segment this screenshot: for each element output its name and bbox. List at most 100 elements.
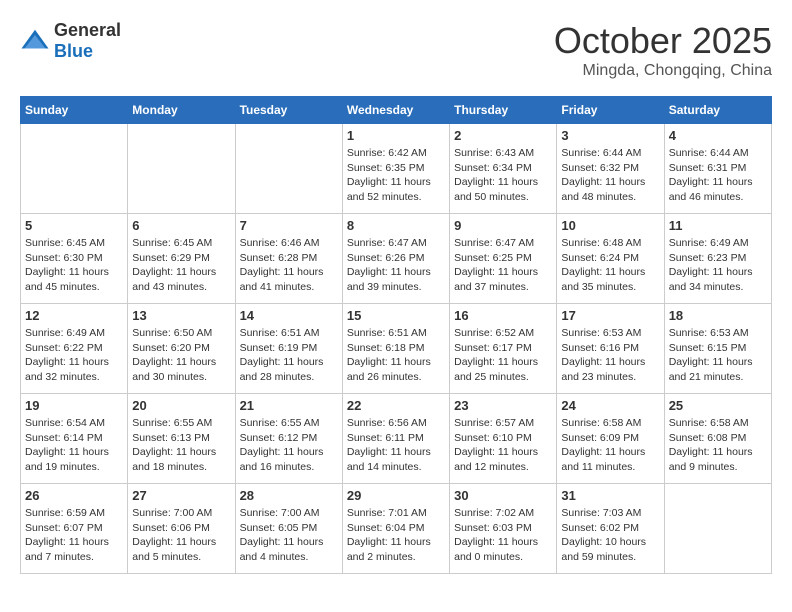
calendar-cell: 30 Sunrise: 7:02 AM Sunset: 6:03 PM Dayli…: [450, 484, 557, 574]
calendar-cell: 16Sunrise: 6:52 AM Sunset: 6:17 PM Dayli…: [450, 304, 557, 394]
day-info: Sunrise: 6:53 AM Sunset: 6:15 PM Dayligh…: [669, 326, 767, 385]
day-info: Sunrise: 6:45 AM Sunset: 6:29 PM Dayligh…: [132, 236, 230, 295]
header-wednesday: Wednesday: [342, 97, 449, 124]
calendar-cell: 20 Sunrise: 6:55 AM Sunset: 6:13 PM Dayli…: [128, 394, 235, 484]
day-info: Sunrise: 6:45 AM Sunset: 6:30 PM Dayligh…: [25, 236, 123, 295]
day-info: Sunrise: 6:47 AM Sunset: 6:26 PM Dayligh…: [347, 236, 445, 295]
day-info: Sunrise: 6:49 AM Sunset: 6:22 PM Dayligh…: [25, 326, 123, 385]
day-number: 20: [132, 398, 230, 413]
calendar-cell: 14Sunrise: 6:51 AM Sunset: 6:19 PM Dayli…: [235, 304, 342, 394]
header-thursday: Thursday: [450, 97, 557, 124]
day-info: Sunrise: 6:55 AM Sunset: 6:12 PM Dayligh…: [240, 416, 338, 475]
calendar-cell: 19 Sunrise: 6:54 AM Sunset: 6:14 PM Dayli…: [21, 394, 128, 484]
day-info: Sunrise: 7:03 AM Sunset: 6:02 PM Dayligh…: [561, 506, 659, 565]
day-number: 13: [132, 308, 230, 323]
calendar-cell: 24Sunrise: 6:58 AM Sunset: 6:09 PM Dayli…: [557, 394, 664, 484]
month-title: October 2025: [554, 20, 772, 62]
location-title: Mingda, Chongqing, China: [554, 62, 772, 80]
calendar-cell: 22Sunrise: 6:56 AM Sunset: 6:11 PM Dayli…: [342, 394, 449, 484]
calendar-cell: 29Sunrise: 7:01 AM Sunset: 6:04 PM Dayli…: [342, 484, 449, 574]
day-number: 4: [669, 128, 767, 143]
calendar-cell: 26Sunrise: 6:59 AM Sunset: 6:07 PM Dayli…: [21, 484, 128, 574]
day-number: 7: [240, 218, 338, 233]
calendar-cell: [21, 124, 128, 214]
calendar-cell: 7 Sunrise: 6:46 AM Sunset: 6:28 PM Daylig…: [235, 214, 342, 304]
day-info: Sunrise: 6:43 AM Sunset: 6:34 PM Dayligh…: [454, 146, 552, 205]
calendar-cell: 12 Sunrise: 6:49 AM Sunset: 6:22 PM Dayli…: [21, 304, 128, 394]
day-number: 18: [669, 308, 767, 323]
day-number: 10: [561, 218, 659, 233]
week-row-2: 5 Sunrise: 6:45 AM Sunset: 6:30 PM Daylig…: [21, 214, 772, 304]
day-number: 6: [132, 218, 230, 233]
day-number: 8: [347, 218, 445, 233]
day-number: 12: [25, 308, 123, 323]
week-row-3: 12 Sunrise: 6:49 AM Sunset: 6:22 PM Dayli…: [21, 304, 772, 394]
logo-icon: [20, 26, 50, 56]
calendar-cell: [128, 124, 235, 214]
day-number: 11: [669, 218, 767, 233]
day-number: 25: [669, 398, 767, 413]
calendar-cell: [235, 124, 342, 214]
calendar-cell: 4 Sunrise: 6:44 AM Sunset: 6:31 PM Daylig…: [664, 124, 771, 214]
day-number: 1: [347, 128, 445, 143]
day-info: Sunrise: 7:00 AM Sunset: 6:05 PM Dayligh…: [240, 506, 338, 565]
calendar-cell: 13 Sunrise: 6:50 AM Sunset: 6:20 PM Dayli…: [128, 304, 235, 394]
day-info: Sunrise: 6:59 AM Sunset: 6:07 PM Dayligh…: [25, 506, 123, 565]
week-row-1: 1 Sunrise: 6:42 AM Sunset: 6:35 PM Daylig…: [21, 124, 772, 214]
calendar-cell: 25 Sunrise: 6:58 AM Sunset: 6:08 PM Dayli…: [664, 394, 771, 484]
calendar-cell: 10 Sunrise: 6:48 AM Sunset: 6:24 PM Dayli…: [557, 214, 664, 304]
day-info: Sunrise: 6:57 AM Sunset: 6:10 PM Dayligh…: [454, 416, 552, 475]
day-number: 5: [25, 218, 123, 233]
day-number: 27: [132, 488, 230, 503]
calendar-cell: 1 Sunrise: 6:42 AM Sunset: 6:35 PM Daylig…: [342, 124, 449, 214]
day-info: Sunrise: 6:49 AM Sunset: 6:23 PM Dayligh…: [669, 236, 767, 295]
calendar-cell: 18 Sunrise: 6:53 AM Sunset: 6:15 PM Dayli…: [664, 304, 771, 394]
day-number: 9: [454, 218, 552, 233]
header-friday: Friday: [557, 97, 664, 124]
day-number: 16: [454, 308, 552, 323]
day-number: 29: [347, 488, 445, 503]
calendar-cell: 11 Sunrise: 6:49 AM Sunset: 6:23 PM Dayli…: [664, 214, 771, 304]
page-header: General Blue October 2025 Mingda, Chongq…: [20, 20, 772, 80]
week-row-5: 26Sunrise: 6:59 AM Sunset: 6:07 PM Dayli…: [21, 484, 772, 574]
day-number: 28: [240, 488, 338, 503]
day-number: 15: [347, 308, 445, 323]
calendar-cell: 9 Sunrise: 6:47 AM Sunset: 6:25 PM Daylig…: [450, 214, 557, 304]
logo-text-blue: Blue: [54, 41, 93, 61]
day-info: Sunrise: 6:47 AM Sunset: 6:25 PM Dayligh…: [454, 236, 552, 295]
day-info: Sunrise: 6:58 AM Sunset: 6:08 PM Dayligh…: [669, 416, 767, 475]
header-sunday: Sunday: [21, 97, 128, 124]
week-row-4: 19 Sunrise: 6:54 AM Sunset: 6:14 PM Dayli…: [21, 394, 772, 484]
calendar-cell: 21Sunrise: 6:55 AM Sunset: 6:12 PM Dayli…: [235, 394, 342, 484]
day-info: Sunrise: 6:54 AM Sunset: 6:14 PM Dayligh…: [25, 416, 123, 475]
day-number: 30: [454, 488, 552, 503]
day-info: Sunrise: 6:51 AM Sunset: 6:18 PM Dayligh…: [347, 326, 445, 385]
day-number: 14: [240, 308, 338, 323]
day-info: Sunrise: 6:42 AM Sunset: 6:35 PM Dayligh…: [347, 146, 445, 205]
day-number: 19: [25, 398, 123, 413]
title-block: October 2025 Mingda, Chongqing, China: [554, 20, 772, 80]
day-number: 31: [561, 488, 659, 503]
calendar-cell: 28 Sunrise: 7:00 AM Sunset: 6:05 PM Dayli…: [235, 484, 342, 574]
logo: General Blue: [20, 20, 121, 62]
day-info: Sunrise: 6:46 AM Sunset: 6:28 PM Dayligh…: [240, 236, 338, 295]
day-info: Sunrise: 7:02 AM Sunset: 6:03 PM Dayligh…: [454, 506, 552, 565]
calendar-cell: 3Sunrise: 6:44 AM Sunset: 6:32 PM Daylig…: [557, 124, 664, 214]
day-info: Sunrise: 6:48 AM Sunset: 6:24 PM Dayligh…: [561, 236, 659, 295]
day-number: 17: [561, 308, 659, 323]
calendar-cell: [664, 484, 771, 574]
day-info: Sunrise: 7:00 AM Sunset: 6:06 PM Dayligh…: [132, 506, 230, 565]
day-number: 24: [561, 398, 659, 413]
calendar-cell: 15 Sunrise: 6:51 AM Sunset: 6:18 PM Dayli…: [342, 304, 449, 394]
day-info: Sunrise: 6:53 AM Sunset: 6:16 PM Dayligh…: [561, 326, 659, 385]
day-info: Sunrise: 6:44 AM Sunset: 6:31 PM Dayligh…: [669, 146, 767, 205]
calendar-cell: 27 Sunrise: 7:00 AM Sunset: 6:06 PM Dayli…: [128, 484, 235, 574]
calendar-table: SundayMondayTuesdayWednesdayThursdayFrid…: [20, 96, 772, 574]
calendar-cell: 5 Sunrise: 6:45 AM Sunset: 6:30 PM Daylig…: [21, 214, 128, 304]
day-number: 2: [454, 128, 552, 143]
day-info: Sunrise: 6:50 AM Sunset: 6:20 PM Dayligh…: [132, 326, 230, 385]
header-monday: Monday: [128, 97, 235, 124]
header-tuesday: Tuesday: [235, 97, 342, 124]
day-info: Sunrise: 6:55 AM Sunset: 6:13 PM Dayligh…: [132, 416, 230, 475]
calendar-cell: 23Sunrise: 6:57 AM Sunset: 6:10 PM Dayli…: [450, 394, 557, 484]
